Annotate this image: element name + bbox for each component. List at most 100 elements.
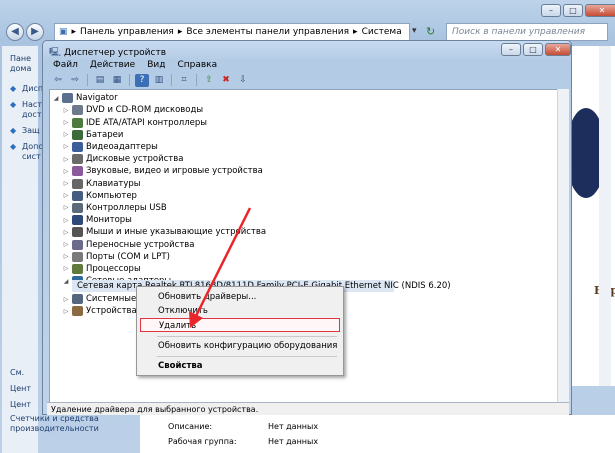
menu-item-disable[interactable]: Отключить <box>140 304 340 318</box>
outer-maximize-button[interactable]: □ <box>563 4 583 17</box>
menu-separator <box>157 336 337 337</box>
update-icon[interactable]: ▦ <box>110 74 124 87</box>
category-item[interactable]: ▷ DVD и CD-ROM дисководы <box>62 104 203 116</box>
category-item[interactable]: ▷ Контроллеры USB <box>62 202 167 214</box>
category-label: Звуковые, видео и игровые устройства <box>86 166 263 177</box>
category-item[interactable]: ▷ Мыши и иные указывающие устройства <box>62 226 266 238</box>
uninstall-icon[interactable]: ✖ <box>219 74 233 87</box>
expand-arrow-icon[interactable]: ▷ <box>62 192 70 199</box>
left-link-home[interactable]: Пане домa <box>10 54 38 74</box>
device-category-icon <box>72 105 83 116</box>
menu-file[interactable]: Файл <box>53 60 78 70</box>
breadcrumb-system[interactable]: Система <box>362 27 402 37</box>
shield-icon: ◆ <box>10 100 17 109</box>
address-bar[interactable]: ▣ ▸ Панель управления ▸ Все элементы пан… <box>54 23 410 41</box>
dm-maximize-button[interactable]: □ <box>523 43 543 56</box>
forward-icon[interactable]: ⇨ <box>68 74 82 87</box>
expand-arrow-icon[interactable]: ▷ <box>62 156 70 163</box>
outer-scrollbar[interactable] <box>599 46 611 386</box>
category-label: Мониторы <box>86 215 132 226</box>
dm-minimize-button[interactable]: – <box>501 43 521 56</box>
collapse-arrow-icon[interactable]: ◢ <box>52 95 60 102</box>
expand-arrow-icon[interactable]: ▷ <box>62 131 70 138</box>
folder-icon: ▣ <box>59 27 68 37</box>
back-button[interactable]: ◀ <box>6 23 24 41</box>
dm-close-button[interactable]: ✕ <box>545 43 571 56</box>
refresh-icon[interactable]: ↻ <box>426 25 435 38</box>
expand-arrow-icon[interactable]: ▷ <box>62 107 70 114</box>
menu-help[interactable]: Справка <box>177 60 217 70</box>
expand-arrow-icon[interactable]: ▷ <box>62 229 70 236</box>
properties-icon[interactable]: ▤ <box>93 74 107 87</box>
outer-close-button[interactable]: ✕ <box>585 4 615 17</box>
left-link-remote[interactable]: Наст дост <box>22 100 42 120</box>
tree-root[interactable]: ◢ Navigator <box>52 92 118 104</box>
device-category-icon <box>72 227 83 238</box>
breadcrumb-control-panel[interactable]: Панель управления <box>80 27 174 37</box>
outer-caption-buttons: – □ ✕ <box>541 4 615 17</box>
expand-arrow-icon[interactable]: ▷ <box>62 143 70 150</box>
category-item[interactable]: ▷ Процессоры <box>62 263 141 275</box>
menu-item-update-drivers[interactable]: Обновить драйверы... <box>140 290 340 304</box>
expand-arrow-icon[interactable]: ▷ <box>62 168 70 175</box>
expand-arrow-icon[interactable]: ▷ <box>62 296 70 303</box>
left-link-device-manager[interactable]: Дисп <box>22 84 43 93</box>
left-link-protection[interactable]: Защ <box>22 126 40 135</box>
outer-minimize-button[interactable]: – <box>541 4 561 17</box>
category-item[interactable]: ▷ Порты (COM и LPT) <box>62 251 170 263</box>
expand-arrow-icon[interactable]: ▷ <box>62 308 70 315</box>
category-item[interactable]: ▷ Клавиатуры <box>62 178 141 190</box>
left-link-center-2[interactable]: Цент <box>10 400 31 409</box>
back-icon[interactable]: ⇦ <box>51 74 65 87</box>
device-category-icon <box>72 129 83 140</box>
category-item[interactable]: ▷ Звуковые, видео и игровые устройства <box>62 165 263 177</box>
category-label: Мыши и иные указывающие устройства <box>86 227 267 238</box>
device-category-icon <box>72 190 83 201</box>
search-input[interactable]: Поиск в панели управления <box>446 23 608 41</box>
menu-action[interactable]: Действие <box>90 60 135 70</box>
expand-arrow-icon[interactable]: ▷ <box>62 217 70 224</box>
breadcrumb-all-items[interactable]: Все элементы панели управления <box>186 27 349 37</box>
category-item[interactable]: ▷ IDE ATA/ATAPI контроллеры <box>62 117 207 129</box>
device-category-icon <box>72 141 83 152</box>
device-category-icon <box>72 263 83 274</box>
system-devices-icon <box>72 294 83 304</box>
expand-arrow-icon[interactable]: ▷ <box>62 241 70 248</box>
info-value-description: Нет данных <box>268 422 319 431</box>
category-item[interactable]: ▷ Батареи <box>62 129 123 141</box>
dm-caption-buttons: – □ ✕ <box>501 43 571 56</box>
dm-scrollbar[interactable] <box>557 89 569 403</box>
shield-icon: ◆ <box>10 142 17 151</box>
menu-item-properties[interactable]: Свойства <box>140 359 340 373</box>
tree-icon[interactable]: ▥ <box>152 74 166 87</box>
expand-arrow-icon[interactable]: ▷ <box>62 119 70 126</box>
menu-item-uninstall[interactable]: Удалить <box>140 318 340 332</box>
expand-arrow-icon[interactable]: ▷ <box>62 253 70 260</box>
category-item[interactable]: ▷ Видеоадаптеры <box>62 141 158 153</box>
scan-icon[interactable]: ⌗ <box>177 74 191 87</box>
tree-root-label: Navigator <box>76 93 118 103</box>
category-label: Контроллеры USB <box>86 202 167 213</box>
outer-left-pane: Пане домa ◆ Дисп ◆ Наст дост ◆ Защ ◆ Доп… <box>2 46 43 453</box>
toolbar-divider <box>87 74 88 86</box>
expand-arrow-icon[interactable]: ▷ <box>62 204 70 211</box>
collapse-arrow-icon[interactable]: ◢ <box>62 278 70 285</box>
category-item[interactable]: ▷ Мониторы <box>62 214 132 226</box>
category-label: Дисковые устройства <box>86 154 184 165</box>
menu-item-scan-hardware[interactable]: Обновить конфигурацию оборудования <box>140 339 340 353</box>
left-link-center-1[interactable]: Цент <box>10 384 31 393</box>
menu-view[interactable]: Вид <box>147 60 165 70</box>
category-item[interactable]: ▷ Дисковые устройства <box>62 153 183 165</box>
left-link-performance[interactable]: Счетчики и средства производительности <box>10 414 138 434</box>
category-item[interactable]: ▷ Переносные устройства <box>62 239 195 251</box>
left-link-advanced[interactable]: Допо сист <box>22 142 43 162</box>
forward-button[interactable]: ▶ <box>26 23 44 41</box>
help-icon[interactable]: ? <box>135 73 149 87</box>
disable-icon[interactable]: ⇩ <box>236 74 250 87</box>
device-category-icon <box>72 251 83 262</box>
expand-arrow-icon[interactable]: ▷ <box>62 180 70 187</box>
address-dropdown-icon[interactable]: ▾ <box>412 26 417 36</box>
enable-icon[interactable]: ⇧ <box>202 74 216 87</box>
category-item[interactable]: ▷ Компьютер <box>62 190 137 202</box>
expand-arrow-icon[interactable]: ▷ <box>62 265 70 272</box>
